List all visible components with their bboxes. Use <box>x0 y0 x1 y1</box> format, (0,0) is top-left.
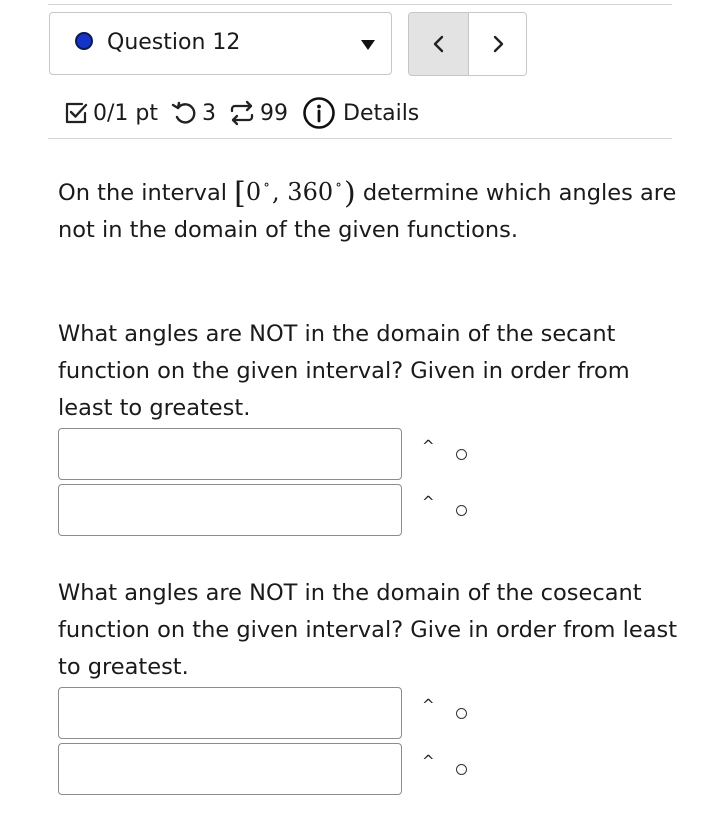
degree-symbol-icon <box>456 505 467 516</box>
cosecant-prompt: What angles are NOT in the domain of the… <box>58 580 678 680</box>
secant-prompt: What angles are NOT in the domain of the… <box>58 321 630 421</box>
interval-expression: [0 ∘, 360 ∘) <box>234 176 356 211</box>
retry-icon <box>170 100 198 126</box>
previous-question-button[interactable] <box>409 13 469 75</box>
header-divider <box>48 138 672 139</box>
details-toggle[interactable] <box>302 96 336 130</box>
unit-hint-caret: ^ <box>422 752 435 770</box>
question-meta: 0/1 pt 3 99 Details <box>63 93 419 133</box>
status-dot-icon <box>75 32 93 50</box>
chevron-left-icon <box>433 35 443 53</box>
score-text: 0/1 pt <box>93 100 158 126</box>
cosecant-answer-1[interactable] <box>58 687 402 739</box>
info-icon <box>303 97 335 129</box>
interval-open: [ <box>234 176 246 211</box>
problem-intro: On the interval [0 ∘, 360 ∘) determine whi… <box>58 167 678 249</box>
swap-icon <box>228 100 256 126</box>
degree-sup: ∘ <box>335 177 342 193</box>
secant-answer-1[interactable] <box>58 428 402 480</box>
intro-text-end: determine which <box>362 180 552 206</box>
attempts-count: 3 <box>202 100 216 126</box>
next-question-button[interactable] <box>469 13 526 75</box>
cosecant-answer-2[interactable] <box>58 743 402 795</box>
intro-text-start: On the interval <box>58 180 227 206</box>
interval-start: 0 <box>245 178 262 206</box>
interval-close: ) <box>343 176 356 211</box>
degree-symbol-icon <box>456 764 467 775</box>
dropdown-caret-icon <box>361 40 375 50</box>
question-selector[interactable]: Question 12 <box>49 12 392 75</box>
question-nav <box>408 12 527 76</box>
checkbox-score-icon <box>63 100 89 126</box>
unit-hint-caret: ^ <box>422 493 435 511</box>
interval-sep: , <box>272 178 280 206</box>
interval-end: 360 <box>287 178 334 206</box>
degree-symbol-icon <box>456 708 467 719</box>
top-divider <box>48 4 672 5</box>
degree-sup: ∘ <box>263 177 271 193</box>
submissions-count: 99 <box>260 100 288 126</box>
secant-answer-2[interactable] <box>58 484 402 536</box>
unit-hint-caret: ^ <box>422 696 435 714</box>
question-label: Question 12 <box>107 30 241 55</box>
degree-symbol-icon <box>456 449 467 460</box>
chevron-right-icon <box>493 35 503 53</box>
unit-hint-caret: ^ <box>422 437 435 455</box>
details-label[interactable]: Details <box>343 101 419 126</box>
